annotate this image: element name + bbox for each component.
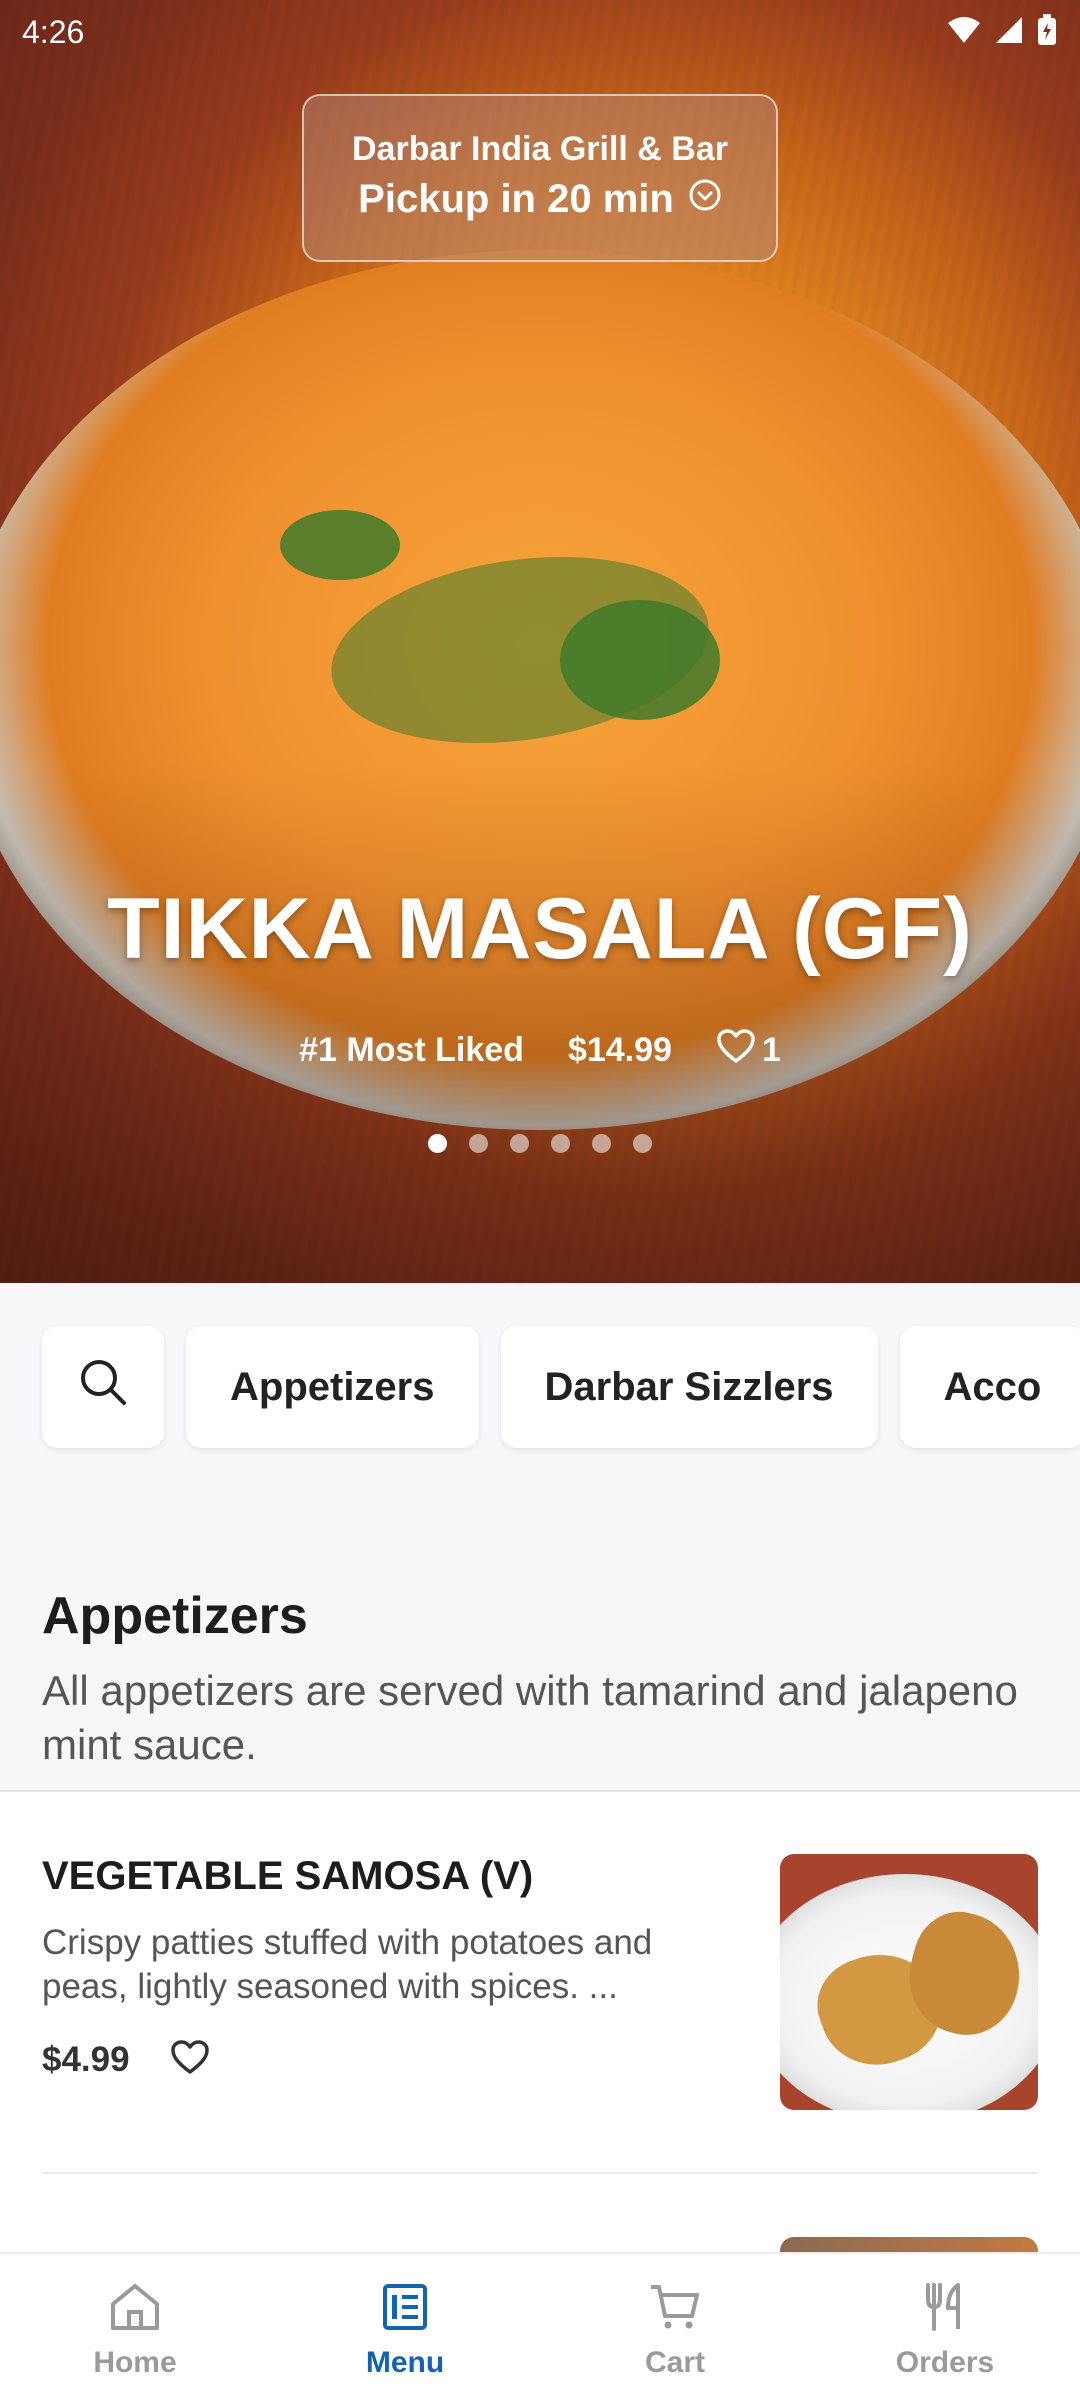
carousel-dot[interactable]	[428, 1134, 447, 1153]
category-tab-appetizers[interactable]: Appetizers	[186, 1326, 479, 1448]
menu-item-price: $4.99	[42, 2039, 130, 2079]
nav-home[interactable]: Home	[0, 2254, 270, 2400]
featured-like-button[interactable]: 1	[716, 1028, 781, 1073]
featured-rank: #1 Most Liked	[299, 1031, 524, 1069]
pickup-time: Pickup in 20 min	[358, 177, 722, 222]
menu-item-list: VEGETABLE SAMOSA (V) Crispy patties stuf…	[0, 1792, 1080, 2297]
pickup-info-button[interactable]: Darbar India Grill & Bar Pickup in 20 mi…	[302, 94, 778, 262]
section-title: Appetizers	[42, 1587, 308, 1645]
utensils-icon	[920, 2282, 970, 2332]
nav-orders-label: Orders	[895, 2346, 995, 2379]
nav-home-label: Home	[93, 2346, 177, 2379]
section-header: Appetizers All appetizers are served wit…	[42, 1586, 1042, 1772]
category-tab-darbar-sizzlers[interactable]: Darbar Sizzlers	[500, 1326, 878, 1448]
status-bar: 4:26	[0, 0, 1080, 64]
pickup-time-label: Pickup in 20 min	[358, 177, 674, 221]
hero-gradient	[0, 763, 1080, 1283]
menu-item[interactable]: VEGETABLE SAMOSA (V) Crispy patties stuf…	[42, 1854, 1038, 2110]
hero-garnish	[280, 510, 400, 580]
nav-orders[interactable]: Orders	[810, 2254, 1080, 2400]
status-time: 4:26	[22, 14, 85, 50]
featured-price: $14.99	[567, 1031, 672, 1069]
section-description: All appetizers are served with tamarind …	[42, 1667, 1018, 1768]
carousel-dot[interactable]	[633, 1134, 652, 1153]
menu-item-image	[780, 1854, 1038, 2110]
chevron-down-circle-icon	[688, 177, 722, 222]
hero-garnish	[560, 600, 720, 720]
menu-icon	[380, 2282, 430, 2332]
carousel-dot[interactable]	[592, 1134, 611, 1153]
battery-icon	[1036, 14, 1058, 51]
heart-icon	[716, 1028, 756, 1073]
item-divider	[42, 2172, 1038, 2174]
category-tab-accompaniments[interactable]: Acco	[899, 1326, 1080, 1448]
status-icons	[946, 14, 1058, 51]
search-icon	[77, 1356, 129, 1418]
restaurant-name: Darbar India Grill & Bar	[352, 130, 728, 168]
nav-menu-label: Menu	[365, 2346, 445, 2379]
carousel-dot[interactable]	[469, 1134, 488, 1153]
featured-item-title: TIKKA MASALA (GF)	[107, 881, 973, 977]
featured-item-hero[interactable]: 4:26 Darbar India Grill & Bar Pickup in …	[0, 0, 1080, 1283]
menu-page: 4:26 Darbar India Grill & Bar Pickup in …	[0, 0, 1080, 2400]
search-button[interactable]	[42, 1326, 164, 1448]
category-tabs: Appetizers Darbar Sizzlers Acco	[42, 1326, 1080, 1448]
nav-cart-label: Cart	[644, 2346, 705, 2379]
favorite-heart-icon[interactable]	[170, 2039, 210, 2080]
carousel-indicator	[0, 1134, 1080, 1153]
bottom-navigation: Home Menu Cart Orders	[0, 2252, 1080, 2400]
signal-icon	[994, 15, 1024, 50]
carousel-dot[interactable]	[551, 1134, 570, 1153]
featured-item-meta: #1 Most Liked $14.99 1	[0, 1028, 1080, 1073]
wifi-icon	[946, 15, 982, 50]
nav-menu[interactable]: Menu	[270, 2254, 540, 2400]
cart-icon	[648, 2282, 702, 2332]
featured-like-count: 1	[761, 1031, 781, 1069]
home-icon	[108, 2282, 162, 2332]
carousel-dot[interactable]	[510, 1134, 529, 1153]
menu-item-description: Crispy patties stuffed with potatoes and…	[42, 1923, 653, 2006]
nav-cart[interactable]: Cart	[540, 2254, 810, 2400]
